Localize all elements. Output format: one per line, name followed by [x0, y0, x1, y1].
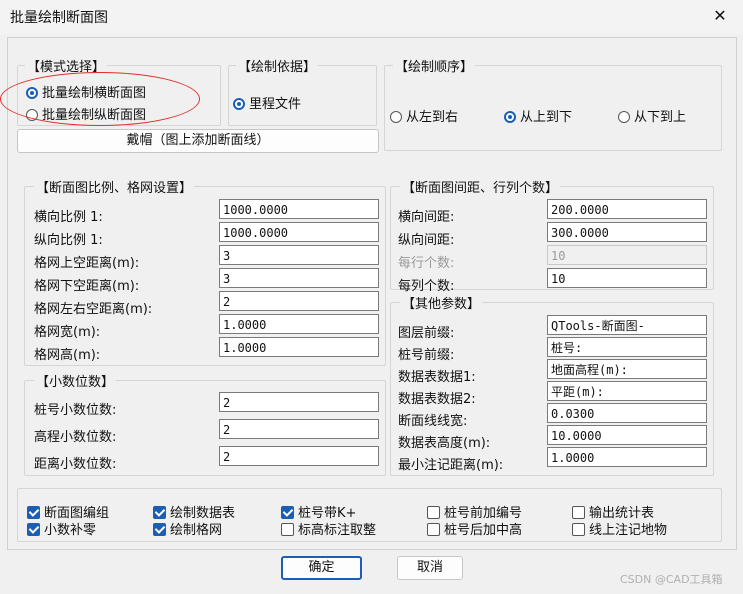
elevation-decimals-input[interactable]: 2	[219, 419, 379, 439]
cancel-button[interactable]: 取消	[397, 556, 463, 580]
min-annotation-distance-input[interactable]: 1.0000	[547, 447, 707, 467]
radio-indicator	[26, 87, 38, 99]
grid-side-gap-input[interactable]: 2	[219, 291, 379, 311]
grid-top-gap-input[interactable]: 3	[219, 245, 379, 265]
ok-button[interactable]: 确定	[281, 556, 362, 580]
horizontal-scale-label: 横向比例 1:	[34, 210, 103, 225]
horizontal-spacing-input[interactable]: 200.0000	[547, 199, 707, 219]
radio-order-bottom-top[interactable]: 从下到上	[618, 106, 686, 125]
radio-indicator	[26, 109, 38, 121]
checkbox-label: 线上注记地物	[589, 523, 668, 538]
horizontal-scale-input[interactable]: 1000.0000	[219, 199, 379, 219]
radio-label: 批量绘制纵断面图	[42, 108, 147, 123]
mode-group-title: 【模式选择】	[25, 56, 108, 75]
checkbox-indicator	[153, 523, 166, 536]
per-column-count-label: 每列个数:	[398, 279, 455, 294]
checkbox-indicator	[427, 506, 440, 519]
table-height-input[interactable]: 10.0000	[547, 425, 707, 445]
basis-group-title: 【绘制依据】	[236, 56, 319, 75]
radio-indicator	[390, 111, 402, 123]
vertical-scale-label: 纵向比例 1:	[34, 233, 103, 248]
layer-prefix-label: 图层前缀:	[398, 326, 455, 341]
grid-height-label: 格网高(m):	[34, 348, 101, 363]
checkbox-indicator	[281, 506, 294, 519]
checkbox-round-elevation[interactable]: 标高标注取整	[281, 519, 376, 538]
checkbox-label: 桩号后加中高	[444, 523, 523, 538]
checkbox-indicator	[27, 523, 40, 536]
station-decimals-input[interactable]: 2	[219, 392, 379, 412]
checkbox-indicator	[572, 523, 585, 536]
checkbox-indicator	[27, 506, 40, 519]
station-prefix-input[interactable]: 桩号:	[547, 337, 707, 357]
table-data-1-label: 数据表数据1:	[398, 370, 476, 385]
checkbox-indicator	[153, 506, 166, 519]
radio-label: 从上到下	[520, 110, 573, 125]
radio-mode-cross-section[interactable]: 批量绘制横断面图	[26, 82, 146, 101]
radio-order-top-bottom[interactable]: 从上到下	[504, 106, 572, 125]
checkbox-station-suffix-height[interactable]: 桩号后加中高	[427, 519, 522, 538]
checkbox-label: 绘制格网	[170, 523, 223, 538]
per-row-count-input: 10	[547, 245, 707, 265]
distance-decimals-input[interactable]: 2	[219, 446, 379, 466]
vertical-spacing-input[interactable]: 300.0000	[547, 222, 707, 242]
vertical-scale-input[interactable]: 1000.0000	[219, 222, 379, 242]
per-column-count-input[interactable]: 10	[547, 268, 707, 288]
vertical-spacing-label: 纵向间距:	[398, 233, 455, 248]
elevation-decimals-label: 高程小数位数:	[34, 430, 117, 445]
scale-group-title: 【断面图比例、格网设置】	[34, 177, 195, 196]
distance-decimals-label: 距离小数位数:	[34, 457, 117, 472]
radio-label: 从左到右	[406, 110, 459, 125]
radio-label: 里程文件	[249, 97, 302, 112]
radio-label: 从下到上	[634, 110, 687, 125]
radio-mode-longitudinal[interactable]: 批量绘制纵断面图	[26, 104, 146, 123]
radio-order-left-right[interactable]: 从左到右	[390, 106, 458, 125]
watermark-text: CSDN @CAD工具箱	[620, 573, 723, 586]
radio-indicator	[618, 111, 630, 123]
grid-bottom-gap-label: 格网下空距离(m):	[34, 279, 140, 294]
table-data-2-label: 数据表数据2:	[398, 392, 476, 407]
checkbox-decimal-zero-pad[interactable]: 小数补零	[27, 519, 96, 538]
add-section-line-button[interactable]: 戴帽（图上添加断面线）	[17, 129, 379, 153]
section-line-width-label: 断面线线宽:	[398, 414, 468, 429]
station-decimals-label: 桩号小数位数:	[34, 403, 117, 418]
per-row-count-label: 每行个数:	[398, 256, 455, 271]
grid-width-label: 格网宽(m):	[34, 325, 101, 340]
checkbox-label: 小数补零	[44, 523, 97, 538]
close-icon[interactable]: ✕	[708, 4, 732, 28]
min-annotation-distance-label: 最小注记距离(m):	[398, 458, 504, 473]
radio-indicator	[233, 98, 245, 110]
grid-width-input[interactable]: 1.0000	[219, 314, 379, 334]
other-params-group-title: 【其他参数】	[400, 293, 483, 312]
checkbox-label: 标高标注取整	[298, 523, 377, 538]
spacing-group-title: 【断面图间距、行列个数】	[400, 177, 561, 196]
order-group-title: 【绘制顺序】	[393, 56, 476, 75]
window-title: 批量绘制断面图	[10, 10, 108, 26]
horizontal-spacing-label: 横向间距:	[398, 210, 455, 225]
checkbox-indicator	[281, 523, 294, 536]
checkbox-indicator	[427, 523, 440, 536]
table-data-2-input[interactable]: 平距(m):	[547, 381, 707, 401]
checkbox-draw-grid[interactable]: 绘制格网	[153, 519, 222, 538]
layer-prefix-input[interactable]: QTools-断面图-	[547, 315, 707, 335]
grid-bottom-gap-input[interactable]: 3	[219, 268, 379, 288]
radio-basis-mileage-file[interactable]: 里程文件	[233, 93, 301, 112]
grid-height-input[interactable]: 1.0000	[219, 337, 379, 357]
radio-indicator	[504, 111, 516, 123]
checkbox-annotate-features-on-line[interactable]: 线上注记地物	[572, 519, 667, 538]
grid-side-gap-label: 格网左右空距离(m):	[34, 302, 153, 317]
title-bar: 批量绘制断面图 ✕	[0, 0, 743, 34]
table-height-label: 数据表高度(m):	[398, 436, 491, 451]
station-prefix-label: 桩号前缀:	[398, 348, 455, 363]
checkbox-indicator	[572, 506, 585, 519]
radio-label: 批量绘制横断面图	[42, 86, 147, 101]
decimals-group-title: 【小数位数】	[34, 371, 117, 390]
section-line-width-input[interactable]: 0.0300	[547, 403, 707, 423]
grid-top-gap-label: 格网上空距离(m):	[34, 256, 140, 271]
table-data-1-input[interactable]: 地面高程(m):	[547, 359, 707, 379]
